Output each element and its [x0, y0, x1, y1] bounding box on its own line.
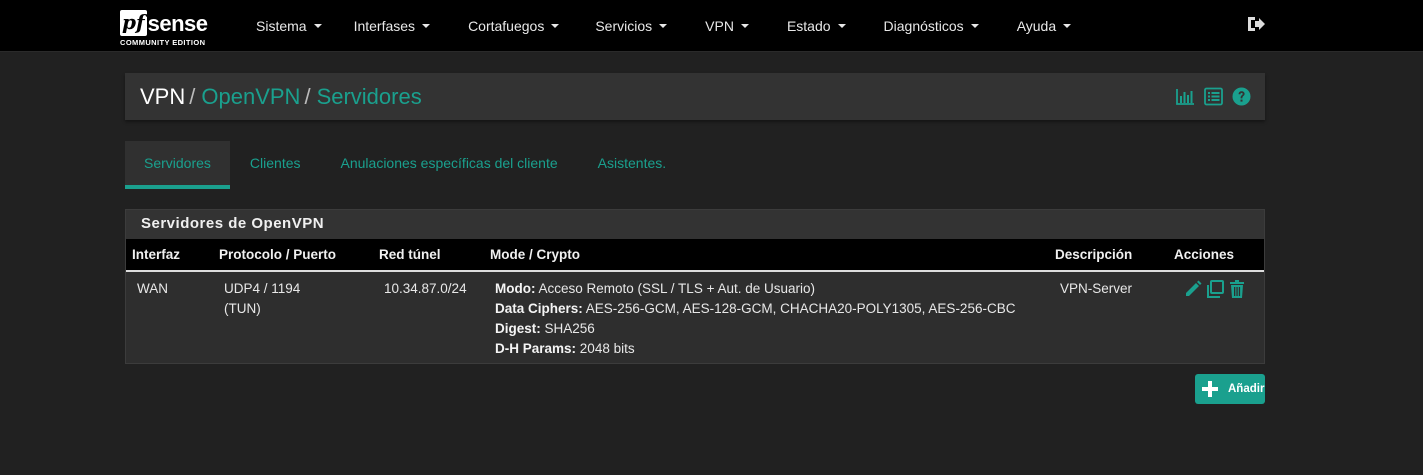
table-header-row: Interfaz Protocolo / Puerto Red túnel Mo… [126, 239, 1264, 271]
cell-protocol: UDP4 / 1194 (TUN) [213, 271, 373, 359]
breadcrumb-root: VPN [140, 84, 186, 109]
menu-label: Ayuda [1016, 18, 1057, 34]
tab-anulaciones[interactable]: Anulaciones específicas del cliente [321, 141, 578, 189]
digest-label: Digest: [495, 321, 541, 336]
menu-label: Servicios [595, 18, 653, 34]
sign-out-icon[interactable] [1246, 15, 1266, 33]
breadcrumb-openvpn[interactable]: OpenVPN [201, 84, 300, 110]
tab-asistentes[interactable]: Asistentes. [578, 141, 686, 189]
breadcrumb-panel: VPN / OpenVPN / Servidores [125, 73, 1265, 120]
mode-line: Modo: Acceso Remoto (SSL / TLS + Aut. de… [495, 279, 1038, 299]
caret-down-icon [837, 24, 846, 28]
menu-label: Cortafuegos [468, 18, 545, 34]
menu-label: VPN [705, 18, 734, 34]
protocol-mode: (TUN) [224, 301, 261, 316]
logo-edition: COMMUNITY EDITION [120, 38, 206, 47]
trash-icon[interactable] [1227, 279, 1247, 299]
dh-value: 2048 bits [579, 341, 635, 356]
col-protocolo[interactable]: Protocolo / Puerto [213, 239, 373, 271]
menu-ayuda[interactable]: Ayuda [995, 0, 1087, 52]
caret-down-icon [1063, 24, 1072, 28]
plus-icon [1202, 381, 1218, 397]
breadcrumb-servidores[interactable]: Servidores [317, 84, 422, 110]
col-acciones: Acciones [1174, 247, 1235, 262]
dh-line: D-H Params: 2048 bits [495, 339, 1038, 359]
menu-servicios[interactable]: Servicios [575, 0, 683, 52]
add-button[interactable]: Añadir [1195, 374, 1265, 404]
logo-pf: pf [120, 10, 147, 36]
col-interfaz[interactable]: Interfaz [126, 239, 213, 271]
menu-label: Sistema [256, 18, 307, 34]
ciphers-label: Data Ciphers: [495, 301, 583, 316]
cell-description: VPN-Server [1060, 281, 1133, 296]
mode-value: Acceso Remoto (SSL / TLS + Aut. de Usuar… [538, 281, 816, 296]
breadcrumb-separator: / [189, 84, 196, 109]
caret-down-icon [970, 24, 979, 28]
list-log-icon[interactable] [1204, 87, 1223, 106]
tab-bar: Servidores Clientes Anulaciones específi… [125, 141, 686, 189]
digest-line: Digest: SHA256 [495, 319, 1038, 339]
caret-down-icon [313, 24, 322, 28]
digest-value: SHA256 [544, 321, 595, 336]
dh-label: D-H Params: [495, 341, 577, 356]
breadcrumb-separator: / [304, 84, 311, 109]
menu-sistema[interactable]: Sistema [240, 0, 338, 52]
protocol-port: UDP4 / 1194 [224, 281, 301, 296]
ciphers-line: Data Ciphers: AES-256-GCM, AES-128-GCM, … [495, 299, 1038, 319]
top-navbar: pf sense COMMUNITY EDITION Sistema Interf… [0, 0, 1423, 52]
cell-actions [1168, 271, 1264, 359]
menu-label: Estado [786, 18, 831, 34]
panel-title: Servidores de OpenVPN [126, 210, 1264, 239]
edit-pencil-icon[interactable] [1183, 279, 1203, 299]
add-button-label: Añadir [1228, 383, 1265, 395]
menu-cortafuegos[interactable]: Cortafuegos [446, 0, 575, 52]
copy-clone-icon[interactable] [1205, 279, 1225, 299]
servers-table: Interfaz Protocolo / Puerto Red túnel Mo… [126, 239, 1264, 359]
caret-down-icon [659, 24, 668, 28]
main-menu: Sistema Interfases Cortafuegos Servicios… [240, 0, 1087, 52]
menu-label: Interfases [353, 18, 416, 34]
cell-mode-crypto: Modo: Acceso Remoto (SSL / TLS + Aut. de… [484, 271, 1049, 359]
col-red-tunel[interactable]: Red túnel [373, 239, 484, 271]
header-icons [1176, 87, 1251, 106]
logo-sense: sense [147, 11, 208, 36]
cell-interface: WAN [137, 281, 168, 296]
menu-diagnosticos[interactable]: Diagnósticos [862, 0, 995, 52]
mode-label: Modo: [495, 281, 536, 296]
table-row[interactable]: WAN UDP4 / 1194 (TUN) 10.34.87.0/24 Modo… [126, 271, 1264, 359]
caret-down-icon [551, 24, 560, 28]
col-descripcion[interactable]: Descripción [1049, 239, 1168, 271]
caret-down-icon [740, 24, 749, 28]
menu-interfases[interactable]: Interfases [338, 0, 446, 52]
cell-tunnel: 10.34.87.0/24 [384, 281, 467, 296]
openvpn-servers-panel: Servidores de OpenVPN Interfaz Protocolo… [125, 209, 1265, 364]
tab-clientes[interactable]: Clientes [230, 141, 321, 189]
breadcrumb: VPN / OpenVPN / Servidores [140, 84, 422, 110]
ciphers-value: AES-256-GCM, AES-128-GCM, CHACHA20-POLY1… [585, 301, 1016, 316]
tab-servidores[interactable]: Servidores [125, 141, 230, 189]
menu-vpn[interactable]: VPN [683, 0, 765, 52]
menu-estado[interactable]: Estado [765, 0, 862, 52]
bar-chart-icon[interactable] [1176, 87, 1195, 106]
col-mode-crypto[interactable]: Mode / Crypto [484, 239, 1049, 271]
menu-label: Diagnósticos [883, 18, 964, 34]
pfsense-logo[interactable]: pf sense COMMUNITY EDITION [120, 6, 230, 48]
caret-down-icon [422, 24, 431, 28]
help-icon[interactable] [1232, 87, 1251, 106]
